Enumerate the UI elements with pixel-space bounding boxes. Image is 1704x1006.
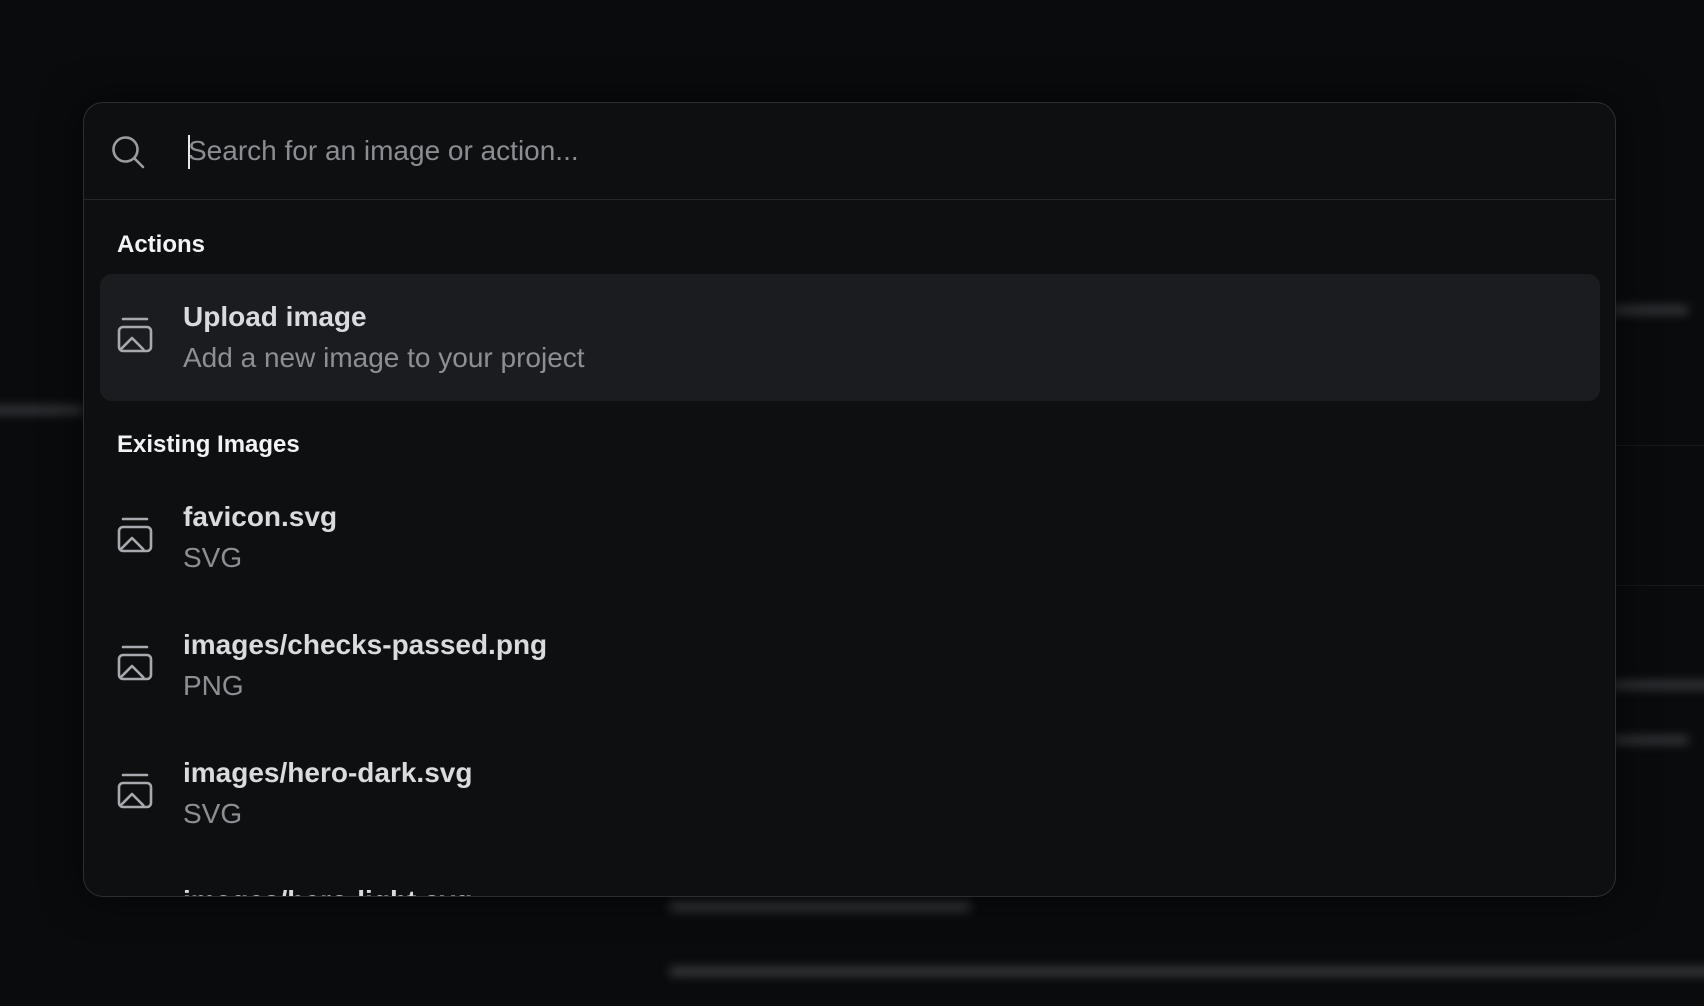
image-icon	[117, 317, 153, 353]
text-caret	[188, 135, 190, 169]
background-text: ▬▬▬	[1610, 720, 1688, 750]
image-list-item[interactable]: favicon.svg SVG	[100, 474, 1600, 601]
item-title: favicon.svg	[183, 501, 338, 532]
item-subtitle: PNG	[183, 670, 244, 701]
image-icon	[117, 517, 153, 553]
item-subtitle: SVG	[183, 798, 243, 829]
background-text: ▬▬▬▬	[0, 390, 84, 420]
image-icon	[117, 773, 153, 809]
item-subtitle: Add a new image to your project	[183, 342, 585, 373]
image-list-item[interactable]: images/hero-light.svg	[100, 858, 1600, 896]
search-bar	[84, 103, 1615, 200]
search-icon	[112, 136, 145, 169]
item-title: images/hero-light.svg	[183, 885, 472, 896]
upload-image-item[interactable]: Upload image Add a new image to your pro…	[100, 274, 1600, 401]
section-heading-existing-images: Existing Images	[117, 431, 300, 458]
image-list-item[interactable]: images/checks-passed.png PNG	[100, 602, 1600, 729]
background-text: ▬▬▬▬▬▬▬▬▬▬▬▬▬▬▬▬▬▬▬▬▬▬▬▬▬▬▬▬▬▬▬▬▬▬▬▬	[670, 950, 1704, 983]
image-icon	[117, 645, 153, 681]
item-title: images/hero-dark.svg	[183, 757, 473, 788]
command-palette: Actions Upload image Add a new image to …	[83, 102, 1616, 897]
image-list-item[interactable]: images/hero-dark.svg SVG	[100, 730, 1600, 857]
section-heading-actions: Actions	[117, 231, 206, 258]
item-title: Upload image	[183, 301, 367, 332]
item-subtitle: SVG	[183, 542, 243, 573]
search-input[interactable]	[188, 125, 1568, 177]
background-text: ▬▬▬	[1610, 290, 1688, 320]
item-title: images/checks-passed.png	[183, 629, 548, 660]
background-text: ▬▬▬▬	[1610, 665, 1704, 695]
